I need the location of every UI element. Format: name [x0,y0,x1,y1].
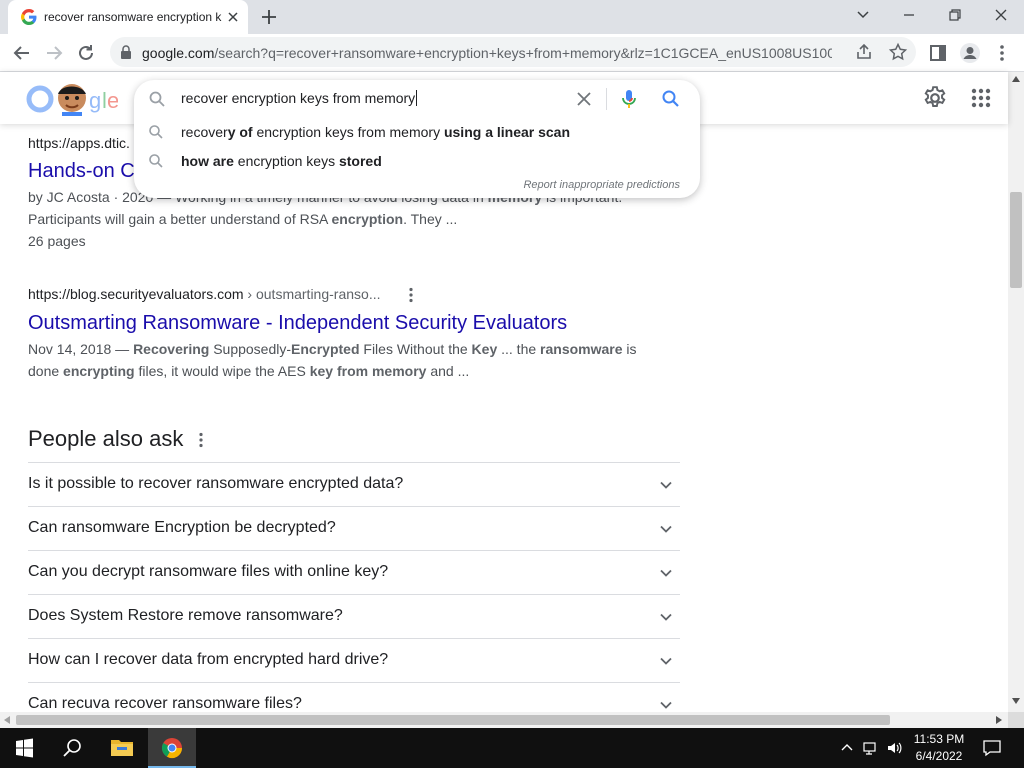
chevron-down-icon [660,613,672,621]
result-cite[interactable]: https://apps.dtic. [28,135,130,151]
result-page-count: 26 pages [28,233,86,249]
close-tab-icon[interactable] [224,8,242,26]
chevron-down-icon [660,525,672,533]
close-window-icon[interactable] [988,4,1014,26]
search-results: https://apps.dtic. Hands-on C by JC Acos… [0,124,1008,712]
scroll-right-arrow-icon[interactable] [996,716,1002,724]
google-apps-icon[interactable] [970,87,992,109]
new-tab-icon[interactable] [258,6,280,28]
horizontal-scrollbar[interactable] [0,712,1008,728]
clock-date: 6/4/2022 [915,749,963,763]
profile-avatar-icon[interactable] [958,41,982,65]
paa-question[interactable]: Can ransomware Encryption be decrypted? [28,506,680,550]
forward-arrow-icon[interactable] [42,41,66,65]
bookmark-star-icon[interactable] [888,42,908,62]
google-favicon-icon [21,9,37,25]
settings-gear-icon[interactable] [922,85,948,111]
more-options-icon[interactable] [198,432,204,448]
google-doodle-logo[interactable]: g l e [26,82,118,116]
search-box-with-suggestions: recover encryption keys from memory reco… [134,80,700,198]
report-predictions-link[interactable]: Report inappropriate predictions [523,179,680,191]
paa-question-text: Can you decrypt ransomware files with on… [28,563,389,580]
search-input[interactable]: recover encryption keys from memory [181,90,418,106]
google-header: g l e recover encryption keys from memor… [0,72,1008,198]
taskbar-search-icon[interactable] [48,728,96,768]
network-icon[interactable] [862,740,880,756]
search-icon [149,91,165,107]
file-explorer-icon[interactable] [98,728,146,768]
windows-taskbar: 11:53 PM 6/4/2022 [0,728,1024,768]
vertical-scroll-thumb[interactable] [1010,192,1022,288]
paa-question-text: Can ransomware Encryption be decrypted? [28,519,336,536]
search-query-text: recover encryption keys from memory [181,90,416,106]
paa-question[interactable]: How can I recover data from encrypted ha… [28,638,680,682]
more-options-icon[interactable] [408,287,414,303]
paa-question-text: How can I recover data from encrypted ha… [28,651,389,668]
text-caret [416,90,418,106]
result-title-link[interactable]: Outsmarting Ransomware - Independent Sec… [28,312,567,335]
chrome-menu-icon[interactable] [990,41,1014,65]
chrome-icon [161,738,183,759]
clear-search-icon[interactable] [574,89,594,109]
scroll-down-arrow-icon[interactable] [1012,698,1020,704]
paa-question[interactable]: Does System Restore remove ransomware? [28,594,680,638]
paa-question-text: Can recuva recover ransomware files? [28,695,302,712]
search-submit-icon[interactable] [661,89,681,109]
lock-icon[interactable] [120,45,132,59]
browser-tab[interactable]: recover ransomware encryption k [8,0,248,34]
share-icon[interactable] [854,42,874,62]
reload-icon[interactable] [74,41,98,65]
tab-search-chevron-icon[interactable] [850,4,876,26]
side-panel-icon[interactable] [926,41,950,65]
back-arrow-icon[interactable] [10,41,34,65]
chevron-down-icon [660,569,672,577]
result-title-link[interactable]: Hands-on C [28,160,135,183]
suggestion-text: how are encryption keys stored [181,153,382,169]
suggestion-item[interactable]: recovery of encryption keys from memory … [134,118,700,146]
scroll-left-arrow-icon[interactable] [4,716,10,724]
paa-question-text: Does System Restore remove ransomware? [28,607,343,624]
search-divider [606,88,607,110]
url-path: /search?q=recover+ransomware+encryption+… [214,45,832,61]
url-text[interactable]: google.com/search?q=recover+ransomware+e… [142,45,832,61]
horizontal-scroll-thumb[interactable] [16,715,890,725]
svg-text:e: e [107,88,118,113]
search-icon [149,154,163,168]
volume-icon[interactable] [886,740,904,756]
paa-question-text: Is it possible to recover ransomware enc… [28,475,404,492]
tab-title: recover ransomware encryption k [44,10,222,24]
chevron-down-icon [660,701,672,709]
taskbar-clock[interactable]: 11:53 PM 6/4/2022 [906,731,972,765]
suggestion-text: recovery of encryption keys from memory … [181,124,571,140]
restore-icon[interactable] [942,4,968,26]
chrome-taskbar-button[interactable] [148,728,196,768]
windows-start-icon[interactable] [0,728,48,768]
people-also-ask-heading: People also ask [28,426,184,451]
result-snippet: Nov 14, 2018 — Recovering Supposedly-Enc… [28,341,637,379]
scroll-up-arrow-icon[interactable] [1012,76,1020,82]
chevron-down-icon [660,657,672,665]
suggestion-item[interactable]: how are encryption keys stored [134,147,700,175]
url-host: google.com [142,45,215,61]
paa-question[interactable]: Is it possible to recover ransomware enc… [28,462,680,506]
paa-question[interactable]: Can you decrypt ransomware files with on… [28,550,680,594]
chevron-down-icon [660,481,672,489]
address-bar[interactable]: google.com/search?q=recover+ransomware+e… [110,37,916,67]
browser-toolbar: google.com/search?q=recover+ransomware+e… [0,34,1024,72]
notification-center-icon[interactable] [982,739,1002,757]
minimize-icon[interactable] [896,4,922,26]
scrollbar-corner [1008,712,1024,728]
clock-time: 11:53 PM [913,732,965,746]
search-icon [149,125,163,139]
microphone-icon[interactable] [619,88,639,110]
svg-text:g: g [89,88,101,113]
title-bar: recover ransomware encryption k [0,0,1024,34]
tray-chevron-up-icon[interactable] [838,740,856,756]
vertical-scrollbar[interactable] [1008,72,1024,712]
result-cite[interactable]: https://blog.securityevaluators.com › ou… [28,286,380,302]
paa-question[interactable]: Can recuva recover ransomware files? [28,682,680,712]
